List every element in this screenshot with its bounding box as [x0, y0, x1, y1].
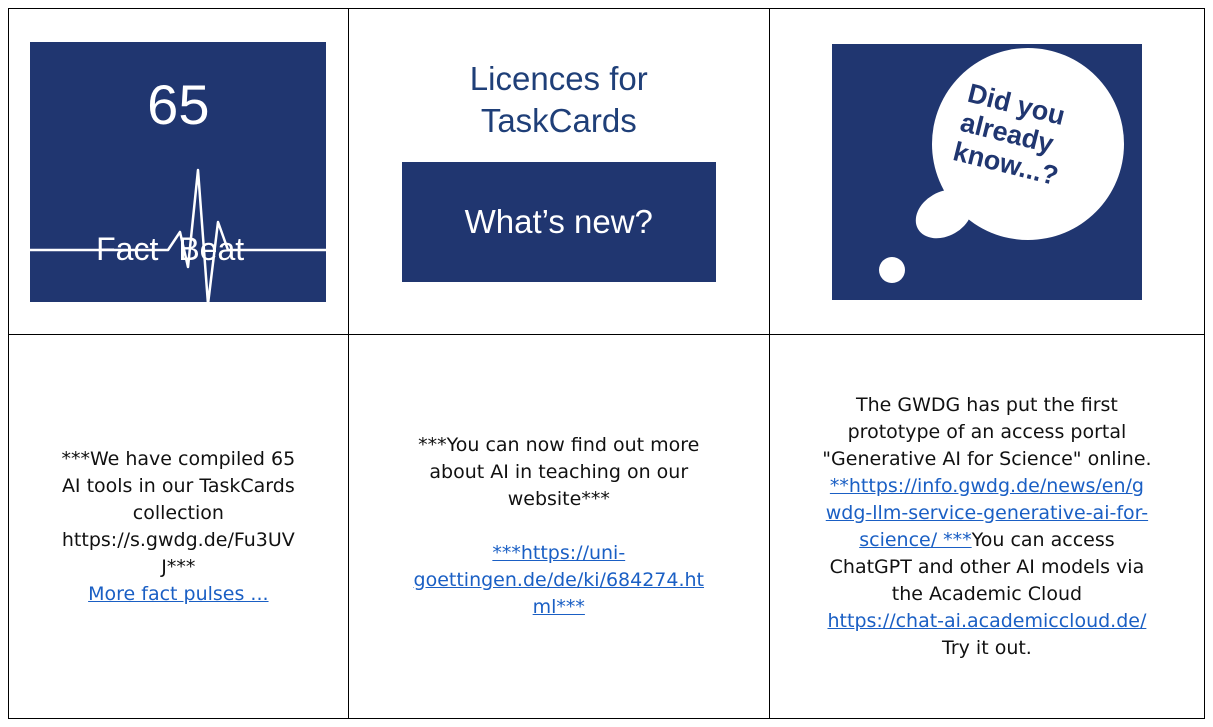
- gwdg-news-link[interactable]: **https://info.gwdg.de/news/en/g: [830, 475, 1144, 497]
- image-row: 65 Fact Beat Licences for TaskCards What…: [8, 8, 1206, 335]
- text-line: collection: [132, 501, 224, 524]
- text-line: ***You can now find out more: [418, 434, 700, 456]
- cell-factbeat-text: ***We have compiled 65 AI tools in our T…: [8, 334, 349, 719]
- link-line: ml***: [532, 596, 585, 618]
- text-line: prototype of an access portal: [847, 420, 1127, 443]
- gwdg-news-link[interactable]: wdg-llm-service-generative-ai-for-: [826, 502, 1148, 524]
- text-line: "Generative AI for Science" online.: [822, 447, 1152, 470]
- whats-new-banner: What’s new?: [401, 161, 716, 282]
- content-table: 65 Fact Beat Licences for TaskCards What…: [8, 8, 1206, 719]
- text-line: https://s.gwdg.de/Fu3UV: [61, 528, 295, 551]
- chat-ai-link[interactable]: https://chat-ai.academiccloud.de/: [828, 610, 1147, 632]
- factbeat-label-right: Beat: [178, 230, 245, 267]
- factbeat-label-left: Fact: [96, 230, 159, 267]
- more-fact-pulses-link[interactable]: More fact pulses ...: [88, 583, 268, 605]
- text-line: website***: [507, 488, 610, 510]
- text-line: J***: [161, 555, 196, 578]
- ki-teaching-link[interactable]: ***https://uni- goettingen.de/de/ki/6842…: [414, 542, 704, 618]
- link-line: ***https://uni-: [492, 542, 626, 564]
- cell-factbeat-image: 65 Fact Beat: [8, 8, 349, 335]
- licences-title-line: Licences for: [469, 59, 648, 97]
- text-line: ***We have compiled 65: [61, 447, 296, 470]
- whats-new-text: What’s new?: [464, 202, 653, 240]
- text-line: about AI in teaching on our: [429, 461, 689, 483]
- text-line: AI tools in our TaskCards: [61, 474, 295, 497]
- text-line: ***We have compiled 65: [9, 446, 348, 473]
- licences-title: Licences for TaskCards: [349, 58, 769, 142]
- cell-didyouknow-image: Did you already know...?: [768, 8, 1206, 335]
- cell-gwdg-text: The GWDG has put the first prototype of …: [768, 334, 1206, 719]
- cell-licences-image: Licences for TaskCards What’s new?: [347, 8, 770, 335]
- text-line: ChatGPT and other AI models via: [829, 555, 1145, 578]
- licences-title-line: TaskCards: [480, 101, 637, 139]
- text-fragment: You can access: [971, 528, 1115, 551]
- link-line: goettingen.de/de/ki/684274.ht: [413, 569, 705, 591]
- gwdg-news-link[interactable]: science/ ***: [859, 529, 971, 551]
- text-line: the Academic Cloud: [891, 582, 1083, 605]
- text-line: Try it out.: [942, 636, 1032, 659]
- factbeat-tile: 65 Fact Beat: [30, 41, 327, 302]
- didyouknow-tile: Did you already know...?: [831, 43, 1142, 300]
- cell-licences-text: ***You can now find out more about AI in…: [347, 334, 770, 719]
- text-row: ***We have compiled 65 AI tools in our T…: [8, 334, 1206, 719]
- text-line: The GWDG has put the first: [856, 393, 1118, 416]
